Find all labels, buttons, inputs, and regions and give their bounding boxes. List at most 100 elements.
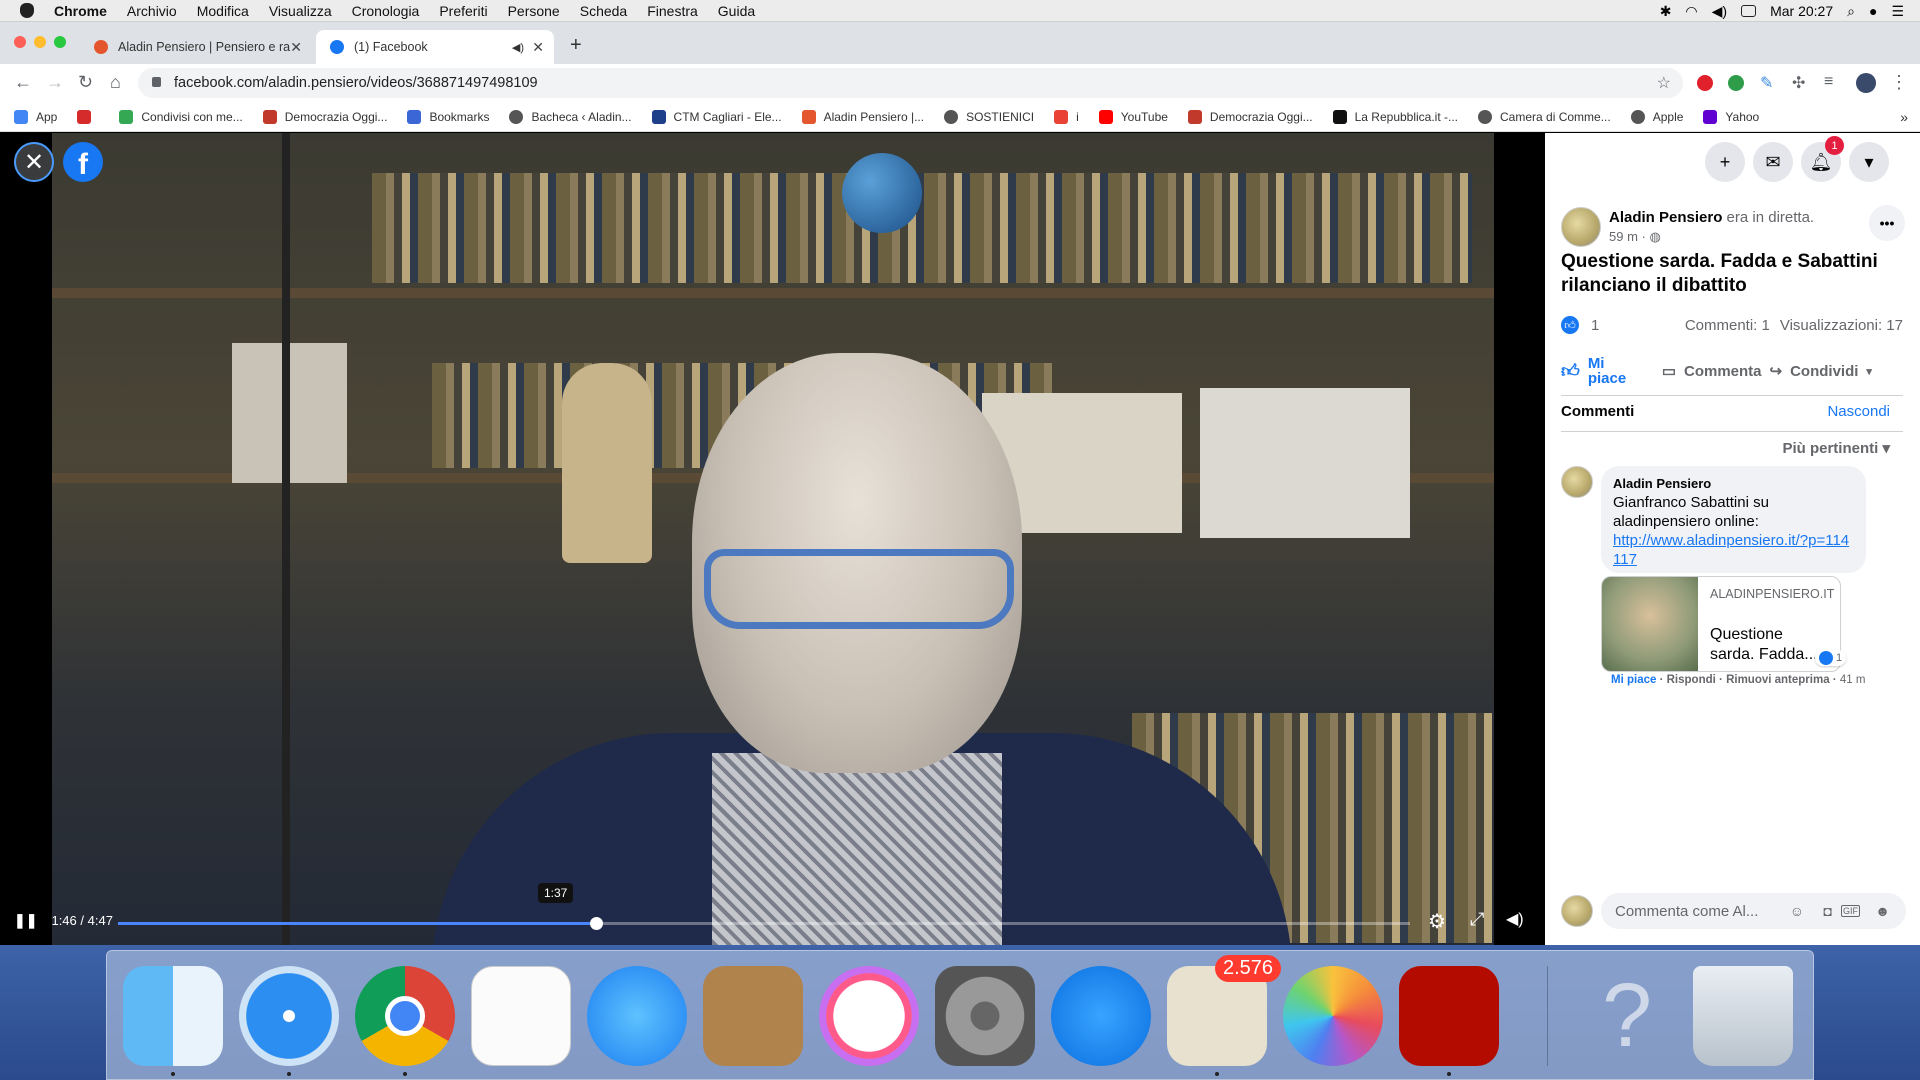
gif-icon[interactable]: GIF [1841, 905, 1860, 917]
comment-reply-link[interactable]: Rispondi [1667, 674, 1716, 686]
help-icon[interactable]: ? [1577, 966, 1677, 1066]
reminders-icon[interactable] [471, 966, 571, 1066]
bookmark-item[interactable]: SOSTIENICI [944, 109, 1034, 124]
menu-cronologia[interactable]: Cronologia [352, 3, 420, 19]
comment-sort-dropdown[interactable]: Più pertinenti ▾ [1782, 439, 1890, 457]
back-icon[interactable]: ← [14, 72, 32, 93]
app-store-icon[interactable] [1051, 966, 1151, 1066]
bookmark-item[interactable]: App [14, 109, 57, 124]
extension-opera-icon[interactable] [1697, 75, 1713, 91]
extension-green-icon[interactable] [1728, 75, 1744, 91]
comment-composer[interactable]: Commenta come Al... ☺ ◘ GIF ☻ [1601, 893, 1906, 929]
photos-icon[interactable] [1283, 966, 1383, 1066]
reading-list-icon[interactable]: ≡ [1824, 73, 1833, 91]
menu-preferiti[interactable]: Preferiti [439, 3, 487, 19]
create-button[interactable]: + [1705, 142, 1745, 182]
home-icon[interactable]: ⌂ [110, 72, 121, 93]
audio-playing-icon[interactable]: ◀) [512, 41, 524, 54]
trash-icon[interactable] [1693, 966, 1793, 1066]
close-viewer-button[interactable]: ✕ [14, 142, 54, 182]
menu-scheda[interactable]: Scheda [580, 3, 627, 19]
bluetooth-icon[interactable]: ✱ [1660, 3, 1672, 20]
menu-modifica[interactable]: Modifica [197, 3, 249, 19]
battery-icon[interactable] [1741, 5, 1757, 17]
notification-center-icon[interactable]: ☰ [1891, 3, 1904, 20]
wifi-icon[interactable]: ◠ [1685, 3, 1697, 20]
bookmark-item[interactable]: YouTube [1098, 109, 1168, 124]
new-tab-button[interactable]: + [570, 34, 582, 57]
bookmark-item[interactable]: Condivisi con me... [119, 109, 243, 124]
fullscreen-icon[interactable]: ⤢ [1470, 909, 1484, 930]
bookmark-item[interactable]: Bookmarks [407, 109, 489, 124]
system-preferences-icon[interactable] [935, 966, 1035, 1066]
bookmark-item[interactable]: La Repubblica.it -... [1332, 109, 1458, 124]
tab-aladin[interactable]: Aladin Pensiero | Pensiero e ra ✕ [80, 30, 312, 64]
pause-icon[interactable]: ❚❚ [14, 912, 37, 929]
author-name[interactable]: Aladin Pensiero [1609, 209, 1722, 226]
emoji-icon[interactable]: ☺ [1790, 903, 1804, 919]
extensions-puzzle-icon[interactable]: ✣ [1792, 73, 1805, 93]
remove-preview-link[interactable]: Rimuovi anteprima [1726, 674, 1830, 686]
author-avatar[interactable] [1561, 207, 1601, 247]
bookmark-item[interactable]: Democrazia Oggi... [1187, 109, 1313, 124]
menubar-clock[interactable]: Mar 20:27 [1770, 3, 1833, 19]
forward-icon[interactable]: → [46, 72, 64, 93]
bookmark-item[interactable]: Aladin Pensiero |... [801, 109, 924, 124]
bookmark-item[interactable]: Bacheca ‹ Aladin... [509, 109, 632, 124]
tab-facebook[interactable]: (1) Facebook ◀) ✕ [316, 30, 554, 64]
bookmark-item[interactable]: Democrazia Oggi... [262, 109, 387, 124]
bookmarks-overflow-icon[interactable]: » [1900, 109, 1908, 125]
messenger-icon[interactable]: ✉ [1753, 142, 1793, 182]
contacts-icon[interactable] [703, 966, 803, 1066]
comment-link[interactable]: http://www.aladinpensiero.it/?p=114117 [1613, 531, 1854, 569]
bookmark-star-icon[interactable]: ☆ [1657, 73, 1671, 93]
spotlight-icon[interactable]: ⌕ [1847, 3, 1855, 20]
settings-gear-icon[interactable]: ⚙ [1428, 909, 1446, 934]
bookmark-item[interactable]: i [1054, 109, 1079, 124]
chrome-menu-icon[interactable]: ⋮ [1890, 72, 1908, 93]
sticker-icon[interactable]: ☻ [1875, 903, 1890, 919]
reload-icon[interactable]: ↻ [78, 72, 93, 93]
lock-icon[interactable] [152, 77, 161, 87]
volume-icon[interactable]: ◀) [1506, 909, 1524, 929]
like-button[interactable]: 👍︎ Mi piace [1561, 356, 1632, 386]
bookmark-item[interactable]: Camera di Comme... [1478, 109, 1611, 124]
menu-archivio[interactable]: Archivio [127, 3, 177, 19]
comment-author[interactable]: Aladin Pensiero [1613, 474, 1854, 493]
menu-visualizza[interactable]: Visualizza [269, 3, 332, 19]
chrome-icon[interactable] [355, 966, 455, 1066]
apple-menu-icon[interactable] [20, 3, 34, 18]
comment-age[interactable]: 41 m [1840, 674, 1866, 686]
volume-icon[interactable]: ◀) [1712, 3, 1727, 20]
safari-icon[interactable] [239, 966, 339, 1066]
post-age[interactable]: 59 m [1609, 229, 1638, 244]
messages-icon[interactable] [587, 966, 687, 1066]
close-tab-icon[interactable]: ✕ [532, 39, 544, 56]
url-text[interactable]: facebook.com/aladin.pensiero/videos/3688… [174, 75, 538, 91]
comment-button[interactable]: ▭ Commenta [1662, 362, 1762, 381]
comment-like-link[interactable]: Mi piace [1611, 674, 1656, 686]
facebook-logo-icon[interactable]: f [63, 142, 103, 182]
menu-app-name[interactable]: Chrome [54, 3, 107, 19]
menu-finestra[interactable]: Finestra [647, 3, 698, 19]
minimize-window-button[interactable] [34, 36, 46, 48]
menu-persone[interactable]: Persone [508, 3, 560, 19]
zoom-window-button[interactable] [54, 36, 66, 48]
acrobat-icon[interactable] [1399, 966, 1499, 1066]
like-count[interactable]: 1 [1591, 317, 1599, 334]
comments-count[interactable]: Commenti: 1 [1685, 317, 1770, 334]
profile-avatar[interactable] [1856, 73, 1876, 93]
siri-icon[interactable]: ● [1869, 3, 1877, 19]
bookmark-item[interactable]: Yahoo [1703, 109, 1759, 124]
close-tab-icon[interactable]: ✕ [290, 39, 302, 56]
link-preview-card[interactable]: ALADINPENSIERO.IT Questione sarda. Fadda… [1601, 576, 1841, 672]
finder-icon[interactable] [123, 966, 223, 1066]
bookmark-item[interactable]: Apple [1630, 109, 1683, 124]
bookmark-item[interactable] [77, 109, 99, 124]
address-bar[interactable]: facebook.com/aladin.pensiero/videos/3688… [138, 68, 1683, 98]
hide-comments-link[interactable]: Nascondi [1827, 403, 1890, 420]
share-button[interactable]: ↪ Condividi ▾ [1770, 362, 1872, 381]
video-frame[interactable] [52, 133, 1494, 945]
account-menu-chevron-down-icon[interactable]: ▾ [1849, 142, 1889, 182]
menu-guida[interactable]: Guida [718, 3, 755, 19]
